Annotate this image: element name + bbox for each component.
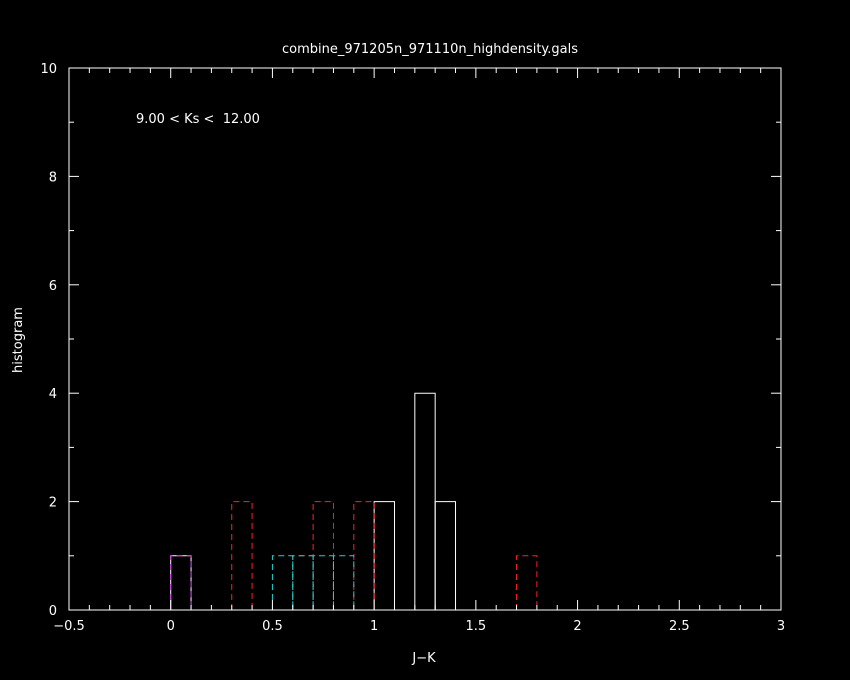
x-tick-label: 2 xyxy=(573,619,581,634)
y-tick-label: 0 xyxy=(49,604,57,619)
x-tick-label: 2.5 xyxy=(669,619,690,634)
x-tick-label: 0.5 xyxy=(262,619,283,634)
chart-background xyxy=(0,0,850,680)
chart-title: combine_971205n_971110n_highdensity.gals xyxy=(282,42,578,57)
y-tick-label: 10 xyxy=(40,62,57,77)
x-tick-label: 3 xyxy=(777,619,785,634)
annotation-ks-range: 9.00 < Ks < 12.00 xyxy=(136,112,260,127)
y-tick-label: 4 xyxy=(49,387,57,402)
x-tick-label: −0.5 xyxy=(53,619,85,634)
x-tick-label: 0 xyxy=(167,619,175,634)
x-axis-label: J−K xyxy=(411,651,436,666)
y-axis-label: histogram xyxy=(11,307,26,373)
x-tick-label: 1.5 xyxy=(466,619,487,634)
histogram-chart: combine_971205n_971110n_highdensity.gals… xyxy=(0,0,850,680)
y-tick-label: 6 xyxy=(49,279,57,294)
y-tick-label: 8 xyxy=(49,170,57,185)
x-tick-label: 1 xyxy=(370,619,378,634)
y-tick-label: 2 xyxy=(49,496,57,511)
